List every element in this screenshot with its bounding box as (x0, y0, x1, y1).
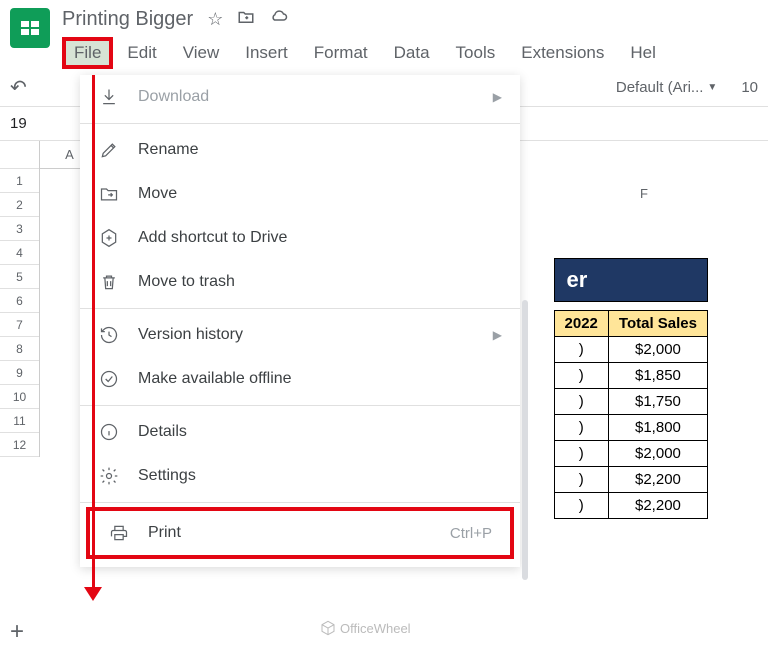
row-header[interactable]: 2 (0, 193, 39, 217)
table-banner: er (554, 258, 708, 302)
undo-icon[interactable]: ↶ (10, 75, 27, 100)
row-header[interactable]: 10 (0, 385, 39, 409)
row-header[interactable]: 9 (0, 361, 39, 385)
settings-icon (98, 466, 120, 486)
dropdown-scrollbar[interactable] (522, 300, 528, 580)
menu-item-history[interactable]: Version history▶ (80, 313, 520, 357)
row-header[interactable]: 12 (0, 433, 39, 457)
table-row[interactable]: )$1,850 (554, 363, 707, 389)
row-header[interactable]: 7 (0, 313, 39, 337)
table-row[interactable]: )$2,000 (554, 441, 707, 467)
menu-data[interactable]: Data (382, 37, 442, 69)
font-size[interactable]: 10 (741, 79, 758, 96)
move-icon (98, 184, 120, 204)
trash-icon (98, 272, 120, 292)
rename-icon (98, 140, 120, 160)
menu-item-settings[interactable]: Settings (80, 454, 520, 498)
history-icon (98, 325, 120, 345)
row-header[interactable]: 11 (0, 409, 39, 433)
shortcut-icon (98, 228, 120, 248)
doc-title[interactable]: Printing Bigger (62, 8, 193, 31)
row-header[interactable]: 6 (0, 289, 39, 313)
menu-tools[interactable]: Tools (444, 37, 508, 69)
file-menu-dropdown: Download▶ RenameMoveAdd shortcut to Drive… (80, 75, 520, 567)
offline-icon (98, 369, 120, 389)
row-headers: 1 2 3 4 5 6 7 8 9 10 11 12 (0, 141, 40, 457)
row-header[interactable]: 4 (0, 241, 39, 265)
menu-item-details[interactable]: Details (80, 410, 520, 454)
table-row[interactable]: )$2,000 (554, 337, 707, 363)
download-icon (98, 87, 120, 107)
table-header[interactable]: Total Sales (608, 311, 707, 337)
annotation-arrow (92, 75, 95, 595)
annotation-arrow-head (84, 587, 102, 601)
menu-item-print[interactable]: PrintCtrl+P (86, 507, 514, 559)
select-all[interactable] (0, 141, 39, 169)
chevron-down-icon: ▼ (707, 82, 717, 93)
menubar: File Edit View Insert Format Data Tools … (62, 37, 758, 69)
menu-edit[interactable]: Edit (115, 37, 168, 69)
menu-view[interactable]: View (171, 37, 232, 69)
font-name: Default (Ari... (616, 79, 704, 96)
menu-item-trash[interactable]: Move to trash (80, 260, 520, 304)
watermark: OfficeWheel (320, 620, 411, 636)
row-header[interactable]: 3 (0, 217, 39, 241)
sheets-logo[interactable] (10, 8, 50, 48)
col-header-f[interactable]: F (640, 186, 648, 201)
menu-insert[interactable]: Insert (233, 37, 300, 69)
menu-help[interactable]: Hel (618, 37, 668, 69)
add-sheet-button[interactable]: + (10, 618, 24, 646)
menu-format[interactable]: Format (302, 37, 380, 69)
star-icon[interactable]: ☆ (207, 9, 223, 30)
table-row[interactable]: )$1,800 (554, 415, 707, 441)
cloud-status-icon[interactable] (269, 8, 289, 31)
table-row[interactable]: )$1,750 (554, 389, 707, 415)
menu-extensions[interactable]: Extensions (509, 37, 616, 69)
print-icon (108, 523, 130, 543)
chevron-right-icon: ▶ (493, 90, 502, 104)
font-selector[interactable]: Default (Ari... ▼ (616, 79, 717, 96)
menu-file[interactable]: File (62, 37, 113, 69)
row-header[interactable]: 1 (0, 169, 39, 193)
row-header[interactable]: 5 (0, 265, 39, 289)
menu-item-rename[interactable]: Rename (80, 128, 520, 172)
menu-item-offline[interactable]: Make available offline (80, 357, 520, 401)
table-header[interactable]: 2022 (554, 311, 608, 337)
menu-item-shortcut[interactable]: Add shortcut to Drive (80, 216, 520, 260)
menu-item-move[interactable]: Move (80, 172, 520, 216)
table-row[interactable]: )$2,200 (554, 493, 707, 519)
row-header[interactable]: 8 (0, 337, 39, 361)
menu-item-download[interactable]: Download▶ (80, 75, 520, 119)
details-icon (98, 422, 120, 442)
spreadsheet-data: er 2022 Total Sales )$2,000)$1,850)$1,75… (554, 258, 708, 519)
chevron-right-icon: ▶ (493, 328, 502, 342)
table-row[interactable]: )$2,200 (554, 467, 707, 493)
move-folder-icon[interactable] (237, 8, 255, 31)
